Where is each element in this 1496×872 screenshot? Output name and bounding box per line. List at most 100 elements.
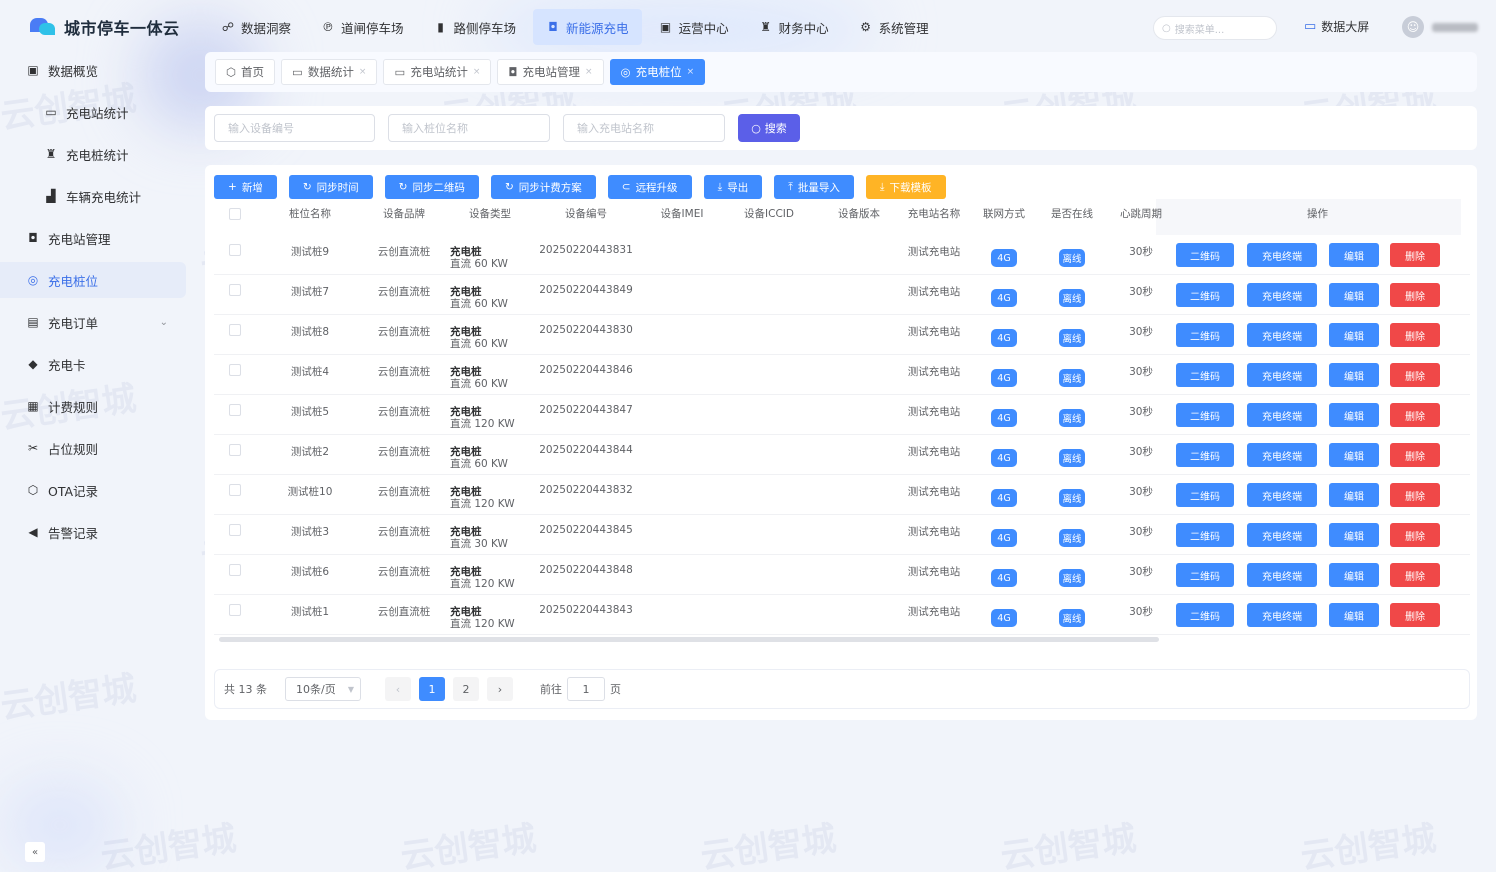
sidebar-item-6[interactable]: ▤ 充电订单 ⌄	[0, 304, 186, 340]
table-row[interactable]: 测试桩4 云创直流桩 充电桩 直流 60 KW 20250220443846 测试充电站 4…	[214, 355, 1470, 395]
app-logo[interactable]: 城市停车一体云	[30, 14, 180, 40]
station-name-input[interactable]: 输入充电站名称	[563, 114, 725, 142]
delete-button[interactable]: 删除	[1390, 283, 1440, 307]
toolbar-button-4[interactable]: ⊂ 远程升级	[607, 175, 692, 199]
edit-button[interactable]: 编辑	[1329, 363, 1379, 387]
edit-button[interactable]: 编辑	[1329, 483, 1379, 507]
topnav-item-0[interactable]: ☍ 数据洞察	[208, 9, 304, 45]
qrcode-button[interactable]: 二维码	[1176, 523, 1234, 547]
edit-button[interactable]: 编辑	[1329, 603, 1379, 627]
row-checkbox[interactable]	[229, 555, 241, 595]
select-all-checkbox[interactable]	[229, 208, 241, 220]
toolbar-button-7[interactable]: ⤓ 下载模板	[865, 175, 946, 199]
table-row[interactable]: 测试桩9 云创直流桩 充电桩 直流 60 KW 20250220443831 测试充电站 4…	[214, 235, 1470, 275]
row-checkbox[interactable]	[229, 235, 241, 275]
close-icon[interactable]: ×	[359, 67, 367, 77]
terminal-button[interactable]: 充电终端	[1247, 443, 1317, 467]
terminal-button[interactable]: 充电终端	[1247, 243, 1317, 267]
terminal-button[interactable]: 充电终端	[1247, 483, 1317, 507]
page-size-select[interactable]: 10条/页 ▼	[285, 677, 361, 701]
delete-button[interactable]: 删除	[1390, 323, 1440, 347]
device-no-input[interactable]: 输入设备编号	[214, 114, 375, 142]
table-row[interactable]: 测试桩10 云创直流桩 充电桩 直流 120 KW 20250220443832 测试充电…	[214, 475, 1470, 515]
sidebar-item-1[interactable]: ▭ 充电站统计	[0, 94, 186, 130]
delete-button[interactable]: 删除	[1390, 243, 1440, 267]
sidebar-item-3[interactable]: ▟ 车辆充电统计	[0, 178, 186, 214]
sidebar-item-9[interactable]: ✂ 占位规则	[0, 430, 186, 466]
goto-page-input[interactable]: 1	[567, 677, 605, 701]
horizontal-scrollbar[interactable]	[219, 637, 1159, 642]
tab-1[interactable]: ▭ 数据统计 ×	[281, 59, 378, 85]
qrcode-button[interactable]: 二维码	[1176, 363, 1234, 387]
search-button[interactable]: ○ 搜索	[738, 114, 800, 142]
row-checkbox[interactable]	[229, 515, 241, 555]
qrcode-button[interactable]: 二维码	[1176, 483, 1234, 507]
edit-button[interactable]: 编辑	[1329, 563, 1379, 587]
topnav-item-4[interactable]: ▣ 运营中心	[646, 9, 742, 45]
sidebar-item-5[interactable]: ◎ 充电桩位	[0, 262, 186, 298]
close-icon[interactable]: ×	[687, 67, 695, 77]
row-checkbox[interactable]	[229, 595, 241, 635]
topnav-item-2[interactable]: ▮ 路侧停车场	[421, 9, 530, 45]
page-button-2[interactable]: 2	[453, 677, 479, 701]
table-row[interactable]: 测试桩1 云创直流桩 充电桩 直流 120 KW 20250220443843 测试充电站…	[214, 595, 1470, 635]
sidebar-item-0[interactable]: ▣ 数据概览	[0, 52, 186, 88]
edit-button[interactable]: 编辑	[1329, 443, 1379, 467]
qrcode-button[interactable]: 二维码	[1176, 563, 1234, 587]
table-row[interactable]: 测试桩3 云创直流桩 充电桩 直流 30 KW 20250220443845 测试充电站 4…	[214, 515, 1470, 555]
sidebar-item-4[interactable]: ◘ 充电站管理	[0, 220, 186, 256]
edit-button[interactable]: 编辑	[1329, 283, 1379, 307]
terminal-button[interactable]: 充电终端	[1247, 403, 1317, 427]
pile-name-input[interactable]: 输入桩位名称	[388, 114, 550, 142]
qrcode-button[interactable]: 二维码	[1176, 283, 1234, 307]
delete-button[interactable]: 删除	[1390, 603, 1440, 627]
sidebar-item-11[interactable]: ◀ 告警记录	[0, 514, 186, 550]
row-checkbox[interactable]	[229, 355, 241, 395]
delete-button[interactable]: 删除	[1390, 523, 1440, 547]
table-row[interactable]: 测试桩6 云创直流桩 充电桩 直流 120 KW 20250220443848 测试充电站…	[214, 555, 1470, 595]
sidebar-item-7[interactable]: ◆ 充电卡	[0, 346, 186, 382]
qrcode-button[interactable]: 二维码	[1176, 243, 1234, 267]
delete-button[interactable]: 删除	[1390, 403, 1440, 427]
qrcode-button[interactable]: 二维码	[1176, 603, 1234, 627]
prev-page-button[interactable]: ‹	[385, 677, 411, 701]
topnav-item-6[interactable]: ⚙ 系统管理	[846, 9, 942, 45]
toolbar-button-6[interactable]: ⤒ 批量导入	[774, 175, 854, 199]
terminal-button[interactable]: 充电终端	[1247, 363, 1317, 387]
toolbar-button-0[interactable]: + 新增	[214, 175, 277, 199]
terminal-button[interactable]: 充电终端	[1247, 563, 1317, 587]
qrcode-button[interactable]: 二维码	[1176, 323, 1234, 347]
table-row[interactable]: 测试桩2 云创直流桩 充电桩 直流 60 KW 20250220443844 测试充电站 4…	[214, 435, 1470, 475]
menu-search-input[interactable]: ○ 搜索菜单...	[1153, 16, 1277, 40]
toolbar-button-2[interactable]: ↻ 同步二维码	[384, 175, 479, 199]
toolbar-button-5[interactable]: ⤓ 导出	[703, 175, 763, 199]
row-checkbox[interactable]	[229, 315, 241, 355]
close-icon[interactable]: ×	[585, 67, 593, 77]
terminal-button[interactable]: 充电终端	[1247, 603, 1317, 627]
tab-4[interactable]: ◎ 充电桩位 ×	[609, 59, 706, 85]
sidebar-item-10[interactable]: ⬡ OTA记录	[0, 472, 186, 508]
close-icon[interactable]: ×	[473, 67, 481, 77]
page-button-1[interactable]: 1	[419, 677, 445, 701]
terminal-button[interactable]: 充电终端	[1247, 323, 1317, 347]
qrcode-button[interactable]: 二维码	[1176, 443, 1234, 467]
qrcode-button[interactable]: 二维码	[1176, 403, 1234, 427]
terminal-button[interactable]: 充电终端	[1247, 283, 1317, 307]
topnav-item-5[interactable]: ♜ 财务中心	[746, 9, 842, 45]
table-row[interactable]: 测试桩5 云创直流桩 充电桩 直流 120 KW 20250220443847 测试充电站…	[214, 395, 1470, 435]
table-row[interactable]: 测试桩8 云创直流桩 充电桩 直流 60 KW 20250220443830 测试充电站 4…	[214, 315, 1470, 355]
avatar[interactable]: ☺	[1402, 16, 1424, 38]
sidebar-item-2[interactable]: ♜ 充电桩统计	[0, 136, 186, 172]
topnav-item-3[interactable]: ◘ 新能源充电	[533, 9, 642, 45]
next-page-button[interactable]: ›	[487, 677, 513, 701]
row-checkbox[interactable]	[229, 475, 241, 515]
edit-button[interactable]: 编辑	[1329, 323, 1379, 347]
tab-2[interactable]: ▭ 充电站统计 ×	[383, 59, 492, 85]
tab-3[interactable]: ◘ 充电站管理 ×	[497, 59, 604, 85]
collapse-sidebar-button[interactable]: «	[25, 842, 45, 862]
delete-button[interactable]: 删除	[1390, 363, 1440, 387]
delete-button[interactable]: 删除	[1390, 483, 1440, 507]
edit-button[interactable]: 编辑	[1329, 243, 1379, 267]
toolbar-button-1[interactable]: ↻ 同步时间	[288, 175, 373, 199]
delete-button[interactable]: 删除	[1390, 443, 1440, 467]
